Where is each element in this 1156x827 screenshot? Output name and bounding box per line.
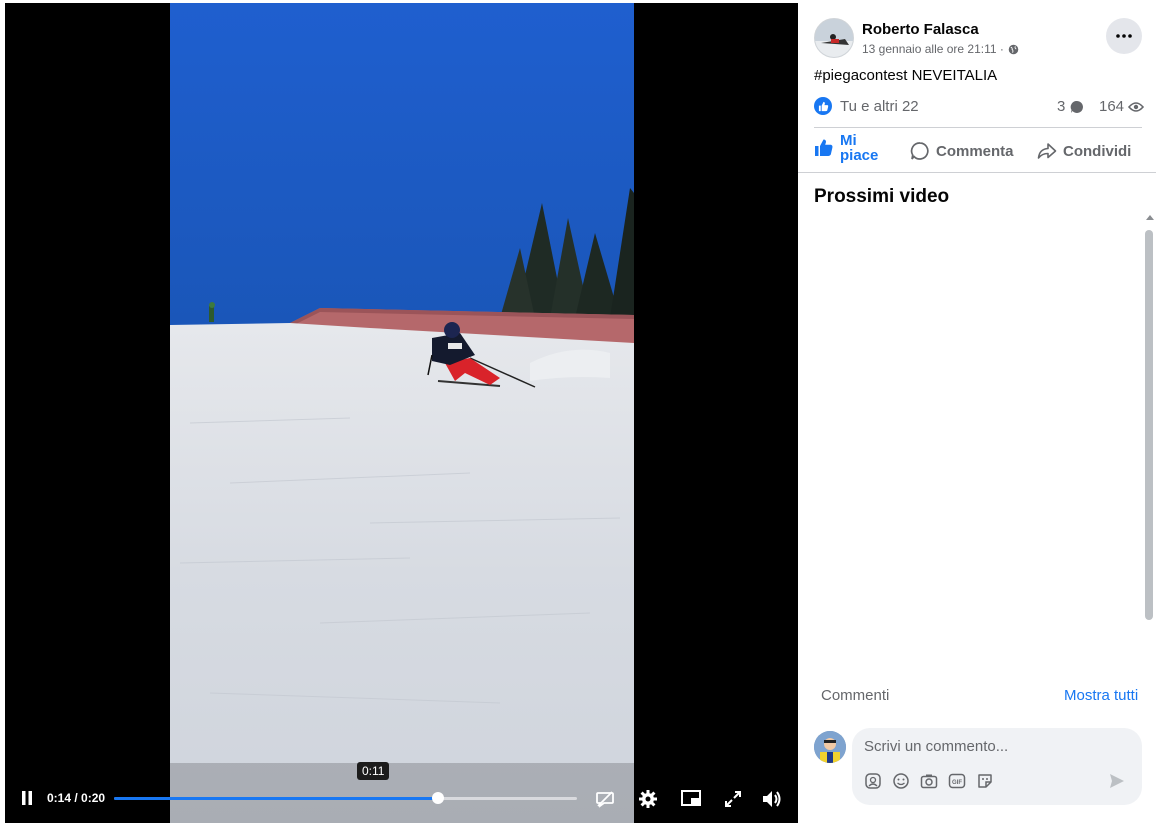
thumbs-up-icon <box>815 139 833 156</box>
app-root: 0:11 0:14 / 0:20 Roberto Falasca 13 genn… <box>0 0 1156 827</box>
post-panel: Roberto Falasca 13 gennaio alle ore 21:1… <box>798 0 1156 827</box>
comment-composer: GIF <box>852 728 1142 805</box>
more-options-button[interactable] <box>1106 18 1142 54</box>
reactions-text[interactable]: Tu e altri 22 <box>840 98 919 115</box>
scrollbar-thumb[interactable] <box>1145 230 1153 620</box>
next-videos-title: Prossimi video <box>814 186 950 207</box>
captions-off-icon[interactable] <box>594 788 616 810</box>
comment-label: Commenta <box>936 142 1014 160</box>
emoji-icon[interactable] <box>892 772 910 790</box>
post-text: #piegacontest NEVEITALIA <box>814 67 998 84</box>
share-label: Condividi <box>1063 142 1132 160</box>
reactions-bar: Tu e altri 22 3 164 <box>814 96 1145 118</box>
video-player[interactable]: 0:11 0:14 / 0:20 <box>5 3 798 823</box>
video-controls: 0:14 / 0:20 <box>5 775 798 823</box>
progress-bar[interactable] <box>114 792 577 804</box>
divider <box>798 172 1156 173</box>
current-user-avatar[interactable] <box>814 731 846 763</box>
scroll-up-arrow-icon[interactable] <box>1146 215 1154 220</box>
comment-button[interactable]: Commenta <box>910 141 1014 161</box>
ski-video-image <box>170 3 634 823</box>
progress-knob[interactable] <box>432 792 445 804</box>
post-date[interactable]: 13 gennaio alle ore 21:11 · <box>862 42 1004 56</box>
comments-count-value: 3 <box>1057 98 1066 115</box>
send-icon[interactable] <box>1108 772 1126 795</box>
svg-text:GIF: GIF <box>952 780 962 786</box>
comments-label: Commenti <box>821 687 890 704</box>
post-actions: Mi piace Commenta Condividi <box>814 133 1142 167</box>
views-count: 164 <box>1099 98 1145 115</box>
share-icon <box>1037 143 1057 159</box>
composer-toolbar: GIF <box>864 772 994 790</box>
like-reaction-icon[interactable] <box>814 97 832 115</box>
gear-icon[interactable] <box>637 788 659 810</box>
camera-icon[interactable] <box>920 772 938 790</box>
avatar-sticker-icon[interactable] <box>864 772 882 790</box>
volume-icon[interactable] <box>761 788 783 810</box>
comment-bubble-icon <box>1071 100 1084 113</box>
eye-icon <box>1128 101 1145 112</box>
post-header: Roberto Falasca 13 gennaio alle ore 21:1… <box>814 18 1144 58</box>
like-button[interactable]: Mi piace <box>814 133 880 163</box>
comments-count[interactable]: 3 <box>1057 98 1085 115</box>
time-display: 0:14 / 0:20 <box>47 791 106 805</box>
comment-input[interactable] <box>864 738 1124 755</box>
views-count-value: 164 <box>1099 98 1125 115</box>
gif-icon[interactable]: GIF <box>948 772 966 790</box>
globe-icon <box>1008 44 1019 54</box>
progress-fill <box>114 797 439 800</box>
author-name[interactable]: Roberto Falasca <box>862 21 979 38</box>
sticker-icon[interactable] <box>976 772 994 790</box>
share-button[interactable]: Condividi <box>1037 141 1131 161</box>
pause-icon[interactable] <box>19 790 35 806</box>
show-all-link[interactable]: Mostra tutti <box>1064 687 1138 704</box>
divider <box>814 127 1142 128</box>
video-frame[interactable] <box>170 3 634 823</box>
scrollbar[interactable] <box>1145 215 1155 675</box>
like-label: Mi piace <box>840 132 879 164</box>
author-avatar[interactable] <box>814 18 854 58</box>
picture-in-picture-icon[interactable] <box>680 788 702 810</box>
fullscreen-icon[interactable] <box>722 788 744 810</box>
post-meta: 13 gennaio alle ore 21:11 · <box>862 42 1019 56</box>
comment-icon <box>910 142 929 160</box>
